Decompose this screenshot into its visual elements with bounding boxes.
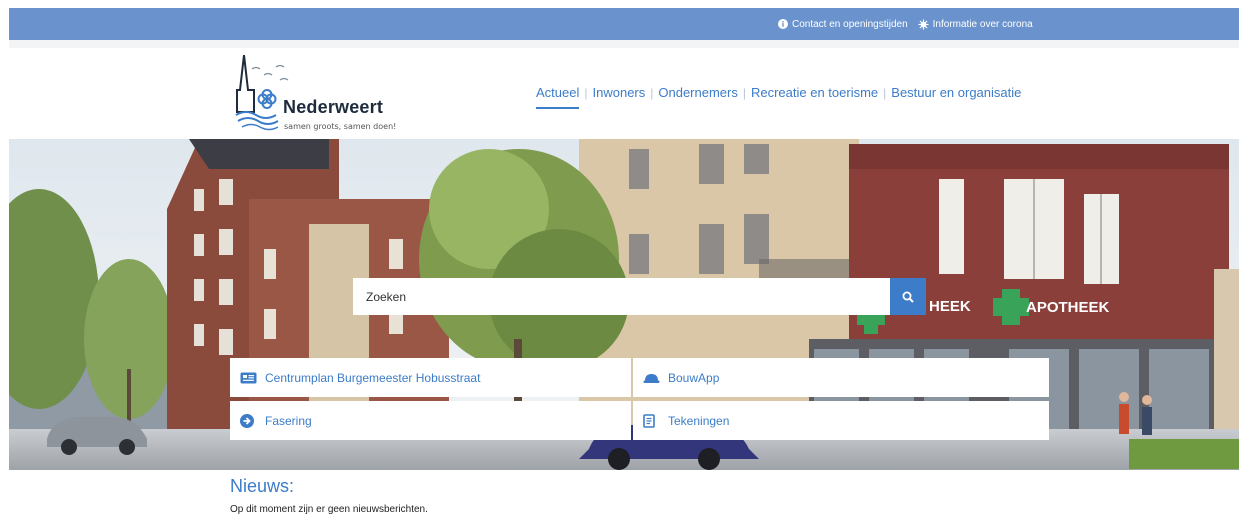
nav-bestuur-en-organisatie[interactable]: Bestuur en organisatie xyxy=(891,85,1021,100)
contact-link[interactable]: Contact en openingstijden xyxy=(778,19,908,30)
header-strip xyxy=(9,40,1239,48)
info-circle-icon xyxy=(778,19,788,29)
main-nav: Actueel | Inwoners | Ondernemers | Recre… xyxy=(536,85,1021,109)
tile-bouwapp[interactable]: BouwApp xyxy=(633,358,1049,397)
nav-separator: | xyxy=(742,85,746,100)
nav-ondernemers[interactable]: Ondernemers xyxy=(658,85,737,100)
search-input[interactable] xyxy=(353,278,890,315)
news-heading: Nieuws: xyxy=(230,476,295,496)
tile-fasering[interactable]: Fasering xyxy=(230,401,631,440)
arrow-circle-right-icon xyxy=(240,413,260,428)
top-bar: Contact en openingstijden Informatie ove… xyxy=(9,8,1239,40)
site-logo[interactable]: Nederweert samen groots, samen doen! xyxy=(230,55,430,135)
apotheek-sign-partial: HEEK xyxy=(929,298,971,315)
virus-icon xyxy=(918,18,929,30)
tile-centrumplan[interactable]: Centrumplan Burgemeester Hobusstraat xyxy=(230,358,631,397)
tile-bouwapp-label: BouwApp xyxy=(668,370,720,385)
search-icon xyxy=(902,291,914,303)
logo-wordmark: Nederweert xyxy=(283,97,384,117)
document-icon xyxy=(643,413,663,428)
corona-link-label: Informatie over corona xyxy=(932,18,1033,30)
contact-link-label: Contact en openingstijden xyxy=(792,18,908,30)
apotheek-sign: APOTHEEK xyxy=(1026,299,1110,316)
nav-actueel[interactable]: Actueel xyxy=(536,85,580,109)
corona-link[interactable]: Informatie over corona xyxy=(918,19,1033,30)
hard-hat-icon xyxy=(643,372,663,384)
newspaper-icon xyxy=(240,372,260,384)
nav-recreatie-en-toerisme[interactable]: Recreatie en toerisme xyxy=(751,85,878,100)
tile-tekeningen-label: Tekeningen xyxy=(668,413,730,428)
nav-separator: | xyxy=(584,85,588,100)
tile-fasering-label: Fasering xyxy=(265,413,312,428)
search-bar xyxy=(353,278,926,315)
nav-separator: | xyxy=(883,85,887,100)
news-empty-message: Op dit moment zijn er geen nieuwsbericht… xyxy=(230,504,428,515)
search-button[interactable] xyxy=(890,278,926,315)
tile-centrumplan-label: Centrumplan Burgemeester Hobusstraat xyxy=(265,370,481,385)
logo-tagline: samen groots, samen doen! xyxy=(284,122,397,131)
top-links: Contact en openingstijden Informatie ove… xyxy=(778,8,1033,40)
nav-separator: | xyxy=(650,85,654,100)
tile-tekeningen[interactable]: Tekeningen xyxy=(633,401,1049,440)
nav-inwoners[interactable]: Inwoners xyxy=(593,85,646,100)
